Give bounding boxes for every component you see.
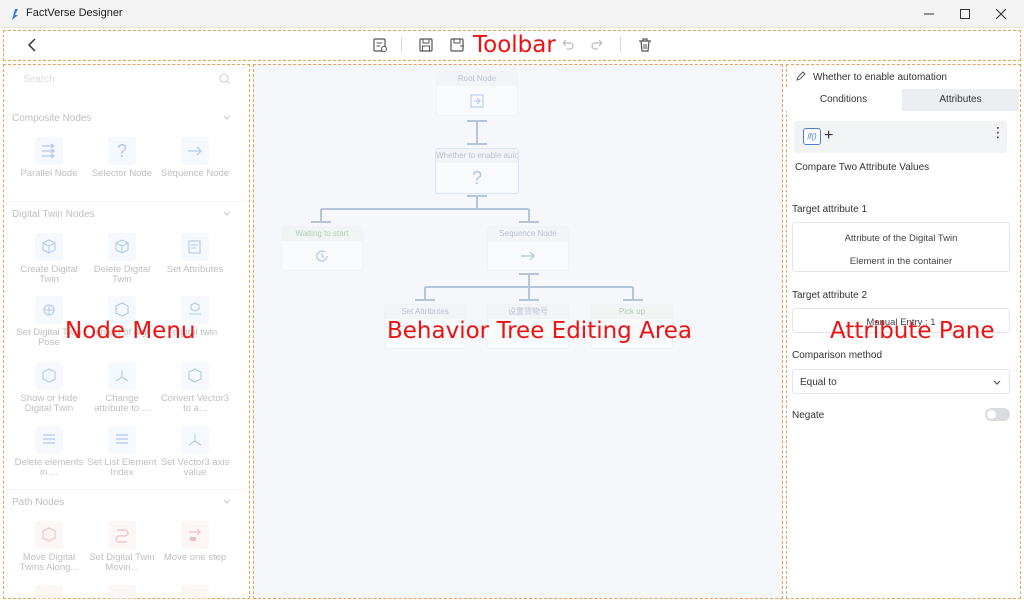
condition-type-label: Compare Two Attribute Values [795, 162, 930, 173]
close-button[interactable] [982, 0, 1020, 28]
chevron-down-icon[interactable] [222, 497, 232, 507]
app-title: FactVerse Designer [26, 7, 123, 19]
node-item-delete-twin[interactable]: Delete Digital Twin [87, 233, 157, 285]
comparison-method-value: Equal to [800, 377, 837, 388]
comparison-method-select[interactable]: Equal to [792, 369, 1010, 394]
axis-icon [181, 426, 209, 454]
target-attribute-1-field[interactable]: Attribute of the Digital Twin Element in… [792, 222, 1010, 272]
node-item-set-list-index[interactable]: Set List Element Index [87, 426, 157, 478]
target-attribute-1-label: Target attribute 1 [792, 204, 868, 215]
more-options-icon[interactable]: ⋮ [991, 125, 1005, 139]
minimize-button[interactable] [910, 0, 948, 28]
section-title-digital-twin[interactable]: Digital Twin Nodes [12, 209, 95, 220]
pose-icon [35, 296, 63, 324]
cube-add-icon [35, 233, 63, 261]
node-item-show-hide[interactable]: Show or Hide Digital Twin [14, 362, 84, 414]
arrow-right-icon [181, 137, 209, 165]
redo-icon[interactable] [589, 36, 607, 54]
tab-attributes[interactable]: Attributes [902, 89, 1019, 111]
app-logo-icon [12, 9, 18, 20]
negate-label: Negate [792, 410, 825, 421]
chevron-down-icon[interactable] [222, 113, 232, 123]
node-item-convert-vector[interactable]: Convert Vector3 to a... [160, 362, 230, 414]
cube-remove-icon [108, 233, 136, 261]
question-icon: ? [471, 167, 482, 188]
parallel-node-icon [35, 137, 63, 165]
close-icon [996, 9, 1006, 19]
minimize-icon [924, 13, 934, 15]
comparison-method-label: Comparison method [792, 350, 883, 361]
toolbar-overlay-label: Toolbar [473, 32, 556, 58]
node-item-sequence[interactable]: Sequence Node [160, 137, 230, 179]
attribute-pane-header: Whether to enable automation [813, 72, 947, 83]
chevron-down-icon[interactable] [222, 209, 232, 219]
search-input[interactable]: Search [14, 70, 236, 90]
node-item-set-moving[interactable]: Set Digital Twin Movin... [87, 521, 157, 573]
section-title-composite[interactable]: Composite Nodes [12, 113, 91, 124]
step-icon [181, 521, 209, 549]
entry-icon [470, 94, 484, 107]
path-node-icon [181, 585, 209, 599]
node-item-delete-elements[interactable]: Delete elements in ... [14, 426, 84, 478]
pencil-icon[interactable] [796, 71, 806, 81]
node-item-create-twin[interactable]: Create Digital Twin [14, 233, 84, 285]
node-item-parallel[interactable]: Parallel Node [14, 137, 84, 179]
path-node-icon [108, 585, 136, 599]
axes-icon [108, 362, 136, 390]
route-icon [108, 521, 136, 549]
save-as-icon[interactable] [448, 36, 466, 54]
cube-convert-icon [181, 362, 209, 390]
canvas-overlay-label: Behavior Tree Editing Area [387, 318, 693, 344]
tree-node-root[interactable]: Root Node [436, 71, 518, 116]
node-item-move-one-step[interactable]: Move one step [160, 521, 230, 563]
search-placeholder: Search [23, 74, 55, 85]
list-index-icon [108, 426, 136, 454]
delete-icon[interactable] [636, 36, 654, 54]
node-item-change-attribute[interactable]: Change attribute to ... [87, 362, 157, 414]
list-remove-icon [35, 426, 63, 454]
add-condition-button[interactable]: + [824, 127, 833, 144]
chevron-down-icon [993, 380, 1001, 385]
node-item-set-attributes[interactable]: Set Attributes [160, 233, 230, 275]
node-item-selector[interactable]: ? Selector Node [87, 137, 157, 179]
tab-conditions[interactable]: Conditions [785, 89, 902, 111]
node-item-move-along[interactable]: Move Digital Twins Along... [14, 521, 84, 573]
section-divider [8, 201, 246, 202]
tree-node-condition[interactable]: Whether to enable auto ? [435, 148, 519, 194]
properties-icon[interactable] [371, 36, 389, 54]
toolbar-divider [401, 37, 402, 52]
toolbar-divider [620, 37, 621, 52]
tree-node-sequence[interactable]: Sequence Node [487, 226, 569, 271]
title-bar: FactVerse Designer [0, 0, 1024, 28]
arrow-right-icon [521, 251, 535, 260]
tree-node-waiting[interactable]: Waiting to start [281, 226, 363, 271]
section-divider [8, 489, 246, 490]
path-node-icon [35, 585, 63, 599]
timer-icon [316, 249, 328, 262]
section-title-path[interactable]: Path Nodes [12, 497, 64, 508]
question-icon: ? [108, 137, 136, 165]
maximize-button[interactable] [946, 0, 984, 28]
attributes-icon [181, 233, 209, 261]
target-attribute-2-label: Target attribute 2 [792, 290, 868, 301]
cube-visibility-icon [35, 362, 63, 390]
save-icon[interactable] [417, 36, 435, 54]
node-menu-overlay-label: Node Menu [65, 318, 196, 344]
path-move-icon [35, 521, 63, 549]
negate-toggle[interactable] [985, 408, 1010, 421]
condition-chip[interactable]: if() [803, 128, 821, 145]
undo-icon[interactable] [558, 36, 576, 54]
back-icon[interactable] [24, 36, 42, 54]
attribute-pane-overlay-label: Attribute Pane [830, 318, 995, 344]
node-item-set-vector-axis[interactable]: Set Vector3 axis value [160, 426, 230, 478]
search-icon [219, 73, 231, 85]
maximize-icon [960, 9, 970, 19]
